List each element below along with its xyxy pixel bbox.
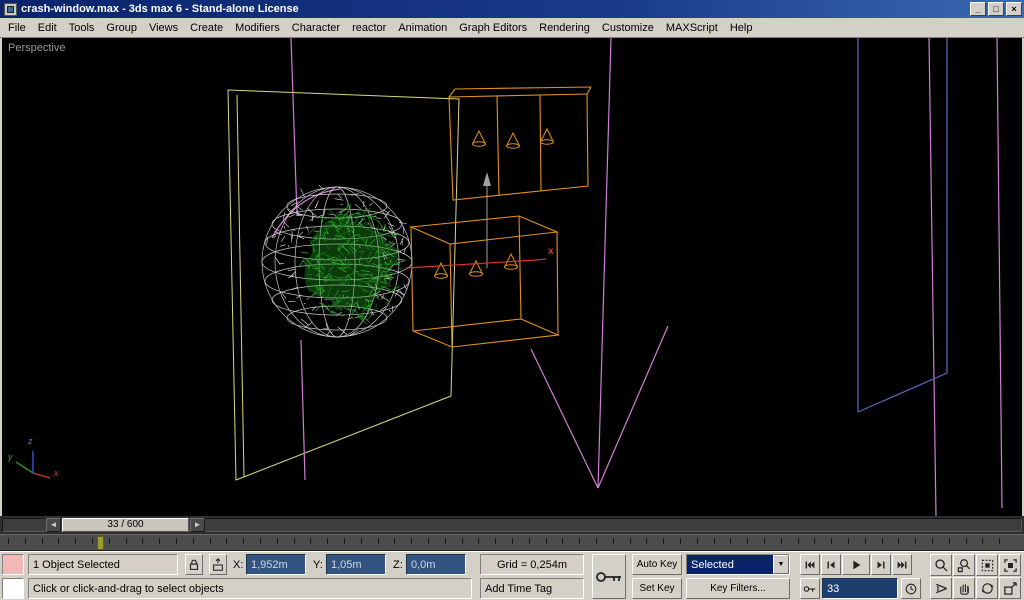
zoom-icon bbox=[934, 558, 947, 571]
current-frame-field[interactable]: 33 bbox=[822, 578, 898, 599]
selection-status-field: 1 Object Selected bbox=[28, 554, 178, 575]
z-coordinate-field[interactable]: 0,0m bbox=[406, 554, 466, 575]
menu-item-customize[interactable]: Customize bbox=[596, 19, 660, 37]
go-to-start-button[interactable] bbox=[800, 554, 820, 575]
next-frame-button[interactable] bbox=[871, 554, 891, 575]
app-icon-glyph bbox=[7, 5, 14, 13]
y-coordinate-label: Y: bbox=[313, 559, 323, 571]
field-of-view-button[interactable] bbox=[930, 577, 952, 599]
window-title: crash-window.max - 3ds max 6 - Stand-alo… bbox=[21, 3, 299, 15]
min-max-toggle-icon bbox=[1003, 581, 1017, 595]
time-configuration-button[interactable] bbox=[901, 578, 921, 599]
status-bar: 1 Object Selected Click or click-and-dra… bbox=[0, 551, 1024, 600]
menu-item-modifiers[interactable]: Modifiers bbox=[229, 19, 286, 37]
go-to-end-button[interactable] bbox=[892, 554, 912, 575]
track-bar[interactable] bbox=[0, 534, 1024, 551]
key-mode-icon bbox=[803, 585, 816, 592]
key-filters-button[interactable]: Key Filters... bbox=[686, 578, 790, 599]
application-window: crash-window.max - 3ds max 6 - Stand-alo… bbox=[0, 0, 1024, 600]
auto-key-button[interactable]: Auto Key bbox=[632, 554, 682, 575]
menu-item-create[interactable]: Create bbox=[184, 19, 229, 37]
play-animation-button[interactable] bbox=[842, 554, 870, 575]
gizmo-x-axis-label: x bbox=[548, 246, 554, 257]
combo-dropdown-button[interactable]: ▼ bbox=[773, 555, 789, 574]
key-mode-toggle-button[interactable] bbox=[800, 578, 820, 599]
perspective-viewport[interactable]: Perspective x x y z bbox=[0, 38, 1024, 516]
menu-item-character[interactable]: Character bbox=[286, 19, 346, 37]
world-axis-y-label: y bbox=[8, 452, 13, 462]
previous-frame-button[interactable] bbox=[821, 554, 841, 575]
zoom-extents-icon bbox=[981, 559, 993, 571]
time-slider-handle[interactable]: 33 / 600 bbox=[62, 518, 189, 532]
world-axis-x-label: x bbox=[54, 468, 59, 478]
viewport-scene bbox=[15, 38, 1003, 516]
pan-view-button[interactable] bbox=[953, 577, 975, 599]
field-of-view-icon bbox=[935, 583, 947, 593]
menu-item-file[interactable]: File bbox=[2, 19, 32, 37]
x-coordinate-label: X: bbox=[233, 559, 244, 571]
grid-size-field: Grid = 0,254m bbox=[480, 554, 584, 575]
menu-item-graph-editors[interactable]: Graph Editors bbox=[453, 19, 533, 37]
menu-item-reactor[interactable]: reactor bbox=[346, 19, 392, 37]
next-frame-slider-button[interactable]: ► bbox=[190, 518, 205, 532]
zoom-extents-all-button[interactable] bbox=[999, 554, 1021, 576]
zoom-all-button[interactable] bbox=[953, 554, 975, 576]
title-bar[interactable]: crash-window.max - 3ds max 6 - Stand-alo… bbox=[0, 0, 1024, 18]
close-button[interactable]: × bbox=[1006, 2, 1022, 16]
menu-item-help[interactable]: Help bbox=[724, 19, 759, 37]
zoom-extents-all-icon bbox=[1003, 558, 1017, 572]
selection-lock-toggle[interactable] bbox=[185, 554, 203, 575]
add-time-tag-field[interactable]: Add Time Tag bbox=[480, 578, 584, 599]
transform-typein-icon bbox=[213, 557, 223, 571]
min-max-toggle-button[interactable] bbox=[999, 577, 1021, 599]
minimize-button[interactable]: _ bbox=[970, 2, 986, 16]
play-icon bbox=[853, 560, 861, 569]
time-configuration-icon bbox=[905, 583, 917, 594]
key-icon bbox=[596, 571, 621, 582]
time-slider: ◄ 33 / 600 ► bbox=[0, 516, 1024, 534]
world-axis-z-label: z bbox=[28, 436, 33, 446]
lock-icon bbox=[189, 559, 199, 570]
next-frame-icon bbox=[877, 561, 885, 568]
menu-bar: File Edit Tools Group Views Create Modif… bbox=[0, 18, 1024, 38]
restore-button[interactable]: □ bbox=[988, 2, 1004, 16]
app-icon[interactable] bbox=[4, 2, 17, 16]
previous-frame-icon bbox=[827, 561, 835, 568]
previous-frame-slider-button[interactable]: ◄ bbox=[46, 518, 61, 532]
zoom-button[interactable] bbox=[930, 554, 952, 576]
arc-rotate-icon bbox=[980, 582, 994, 594]
menu-item-tools[interactable]: Tools bbox=[63, 19, 101, 37]
z-coordinate-label: Z: bbox=[393, 559, 403, 571]
current-frame-marker[interactable] bbox=[97, 536, 104, 550]
set-keys-button[interactable] bbox=[592, 554, 626, 599]
zoom-all-icon bbox=[957, 558, 970, 572]
chevron-down-icon: ▼ bbox=[777, 561, 785, 568]
y-coordinate-field[interactable]: 1,05m bbox=[326, 554, 386, 575]
absolute-mode-transform-toggle[interactable] bbox=[209, 554, 227, 575]
menu-item-animation[interactable]: Animation bbox=[392, 19, 453, 37]
maxscript-macro-recorder-field[interactable] bbox=[2, 554, 24, 575]
menu-item-edit[interactable]: Edit bbox=[32, 19, 63, 37]
menu-item-views[interactable]: Views bbox=[143, 19, 184, 37]
menu-item-group[interactable]: Group bbox=[100, 19, 143, 37]
zoom-extents-button[interactable] bbox=[976, 554, 998, 576]
arc-rotate-button[interactable] bbox=[976, 577, 998, 599]
pan-hand-icon bbox=[959, 583, 969, 595]
go-to-start-icon bbox=[805, 561, 815, 568]
menu-item-maxscript[interactable]: MAXScript bbox=[660, 19, 724, 37]
menu-item-rendering[interactable]: Rendering bbox=[533, 19, 596, 37]
x-coordinate-field[interactable]: 1,952m bbox=[246, 554, 306, 575]
selection-set-value: Selected bbox=[687, 555, 773, 574]
set-key-button[interactable]: Set Key bbox=[632, 578, 682, 599]
prompt-line-field: Click or click-and-drag to select object… bbox=[28, 578, 472, 599]
viewport-label[interactable]: Perspective bbox=[8, 42, 65, 54]
go-to-end-icon bbox=[897, 561, 907, 568]
maxscript-mini-listener-field[interactable] bbox=[2, 578, 24, 599]
named-selection-set-combobox[interactable]: Selected ▼ bbox=[686, 554, 790, 575]
